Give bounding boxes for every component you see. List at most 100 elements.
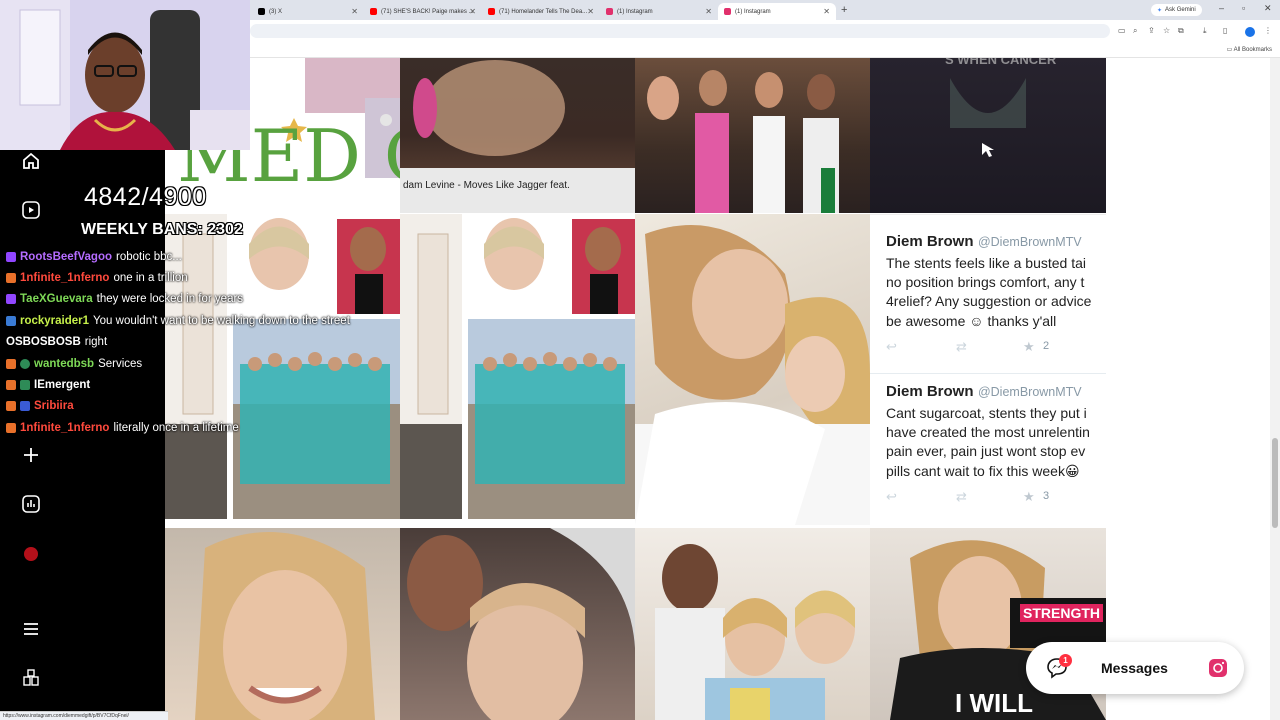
shirt-strength-text: STRENGTH <box>1020 604 1103 622</box>
extensions-icon[interactable]: ⧉ <box>1178 26 1184 36</box>
chat-username: Sribiira <box>34 400 74 413</box>
cast-icon[interactable]: ▭ <box>1118 26 1126 35</box>
downloads-icon[interactable]: ⤓ <box>1203 26 1207 36</box>
tweet-header: Diem Brown @DiemBrownMTV <box>886 233 1105 251</box>
stream-chat-overlay: RootsBeefVagoo robotic bbc... 1nfinite_1… <box>6 246 396 439</box>
youtube-favicon-icon <box>488 8 495 15</box>
tab-youtube-1[interactable]: (71) SHE'S BACK! Paige makes ... ✕ <box>364 3 482 20</box>
chat-message: RootsBeefVagoo robotic bbc... <box>6 246 396 267</box>
close-tab-icon[interactable]: ✕ <box>587 7 594 16</box>
chat-text: one in a trillion <box>113 272 188 285</box>
close-tab-icon[interactable]: ✕ <box>469 7 476 16</box>
omnibox[interactable] <box>250 24 1110 38</box>
messages-unread-count: 1 <box>1059 654 1072 667</box>
post-hospital-bed[interactable] <box>635 214 870 525</box>
all-bookmarks-button[interactable]: ▭ All Bookmarks <box>1227 46 1272 53</box>
reply-icon: ↩ <box>886 489 897 504</box>
tab-instagram-1[interactable]: (1) Instagram ✕ <box>600 3 718 20</box>
goal-counter: 4842/4900 <box>84 183 207 211</box>
home-icon[interactable] <box>20 150 42 172</box>
tab-instagram-active[interactable]: (1) Instagram ✕ <box>718 3 836 20</box>
link-status-url: https://www.instagram.com/diemmedgift/p/… <box>0 711 168 720</box>
tweet-actions: ↩ ⇄ ★ 3 <box>886 489 1105 509</box>
chat-message: OSBOSBOSB right <box>6 332 396 353</box>
minimize-icon[interactable]: – <box>1219 3 1224 13</box>
menu-kebab-icon[interactable]: ⋮ <box>1264 26 1272 35</box>
messages-label: Messages <box>1101 660 1168 676</box>
chat-message: wantedbsb Services <box>6 353 396 374</box>
chat-username: rockyraider1 <box>20 314 90 327</box>
chat-username: IEmergent <box>34 379 91 392</box>
profile-avatar[interactable] <box>1245 27 1255 37</box>
create-plus-icon[interactable] <box>20 444 42 466</box>
reply-icon: ↩ <box>886 339 897 354</box>
chat-badge-icon <box>20 380 30 391</box>
favorite-count: 2 <box>1043 340 1050 352</box>
chat-text: they were locked in for years <box>96 293 244 306</box>
restore-icon[interactable]: ▫ <box>1242 3 1245 13</box>
tab-title: (3) X <box>269 8 283 15</box>
tweet-author-name: Diem Brown <box>886 383 974 400</box>
tab-x[interactable]: (3) X ✕ <box>252 3 364 20</box>
sidepanel-icon[interactable]: ▯ <box>1223 26 1227 35</box>
chat-badge-icon <box>6 380 16 391</box>
zoom-icon[interactable]: ⌕ <box>1133 26 1137 36</box>
close-tab-icon[interactable]: ✕ <box>705 7 712 16</box>
share-icon[interactable]: ⇪ <box>1148 26 1155 35</box>
messages-button[interactable]: 1 Messages <box>1026 642 1244 694</box>
reels-icon[interactable] <box>20 199 42 221</box>
collage-photo <box>400 214 635 525</box>
also-from-meta-icon[interactable] <box>20 667 42 689</box>
folder-icon: ▭ <box>1226 47 1233 53</box>
song-caption-fragment: dam Levine - Moves Like Jagger feat. <box>403 180 570 191</box>
post-selfie[interactable] <box>165 528 400 720</box>
dark-shirt-photo <box>950 78 1026 157</box>
chat-text: You wouldn't want to be walking down to … <box>93 314 350 327</box>
post-collage-2[interactable] <box>400 214 635 525</box>
x-favicon-icon <box>258 8 265 15</box>
chat-message: rockyraider1 You wouldn't want to be wal… <box>6 310 396 331</box>
bookmark-star-icon[interactable]: ☆ <box>1163 26 1170 35</box>
youtube-favicon-icon <box>370 8 377 15</box>
retweet-icon: ⇄ <box>956 489 967 504</box>
post-tweet-screenshot[interactable]: Diem Brown @DiemBrownMTV The stents feel… <box>870 214 1106 525</box>
hospital-selfie-photo <box>407 528 635 720</box>
chat-text: literally once in a lifetime <box>113 421 239 434</box>
chat-message: 1nfinite_1nferno one in a trillion <box>6 267 396 288</box>
post-hospital-visit[interactable] <box>635 528 870 720</box>
page-scrollbar[interactable] <box>1270 58 1280 720</box>
more-menu-icon[interactable] <box>20 618 42 640</box>
dashboard-icon[interactable] <box>20 493 42 515</box>
instagram-favicon-icon <box>606 8 613 15</box>
post-dark-shirt[interactable]: S WHEN CANCER <box>870 58 1106 213</box>
chat-text: right <box>84 336 108 349</box>
tab-title: (71) Homelander Tells The Dea... <box>499 8 588 15</box>
favorite-star-icon: ★ <box>1023 339 1035 354</box>
close-tab-icon[interactable]: ✕ <box>351 7 358 16</box>
chat-message: 1nfinite_1nferno literally once in a lif… <box>6 417 396 438</box>
chat-username: RootsBeefVagoo <box>20 250 113 263</box>
close-tab-icon[interactable]: ✕ <box>823 7 830 16</box>
shirt-ghost-text: S WHEN CANCER <box>945 58 1057 67</box>
tweet-2: Diem Brown @DiemBrownMTV Cant sugarcoat,… <box>870 383 1105 509</box>
tweet-author-name: Diem Brown <box>886 233 974 250</box>
profile-avatar-icon[interactable] <box>20 543 42 565</box>
chat-username: 1nfinite_1nferno <box>20 421 110 434</box>
chat-message: TaeXGuevara they were locked in for year… <box>6 289 396 310</box>
tweet-author-handle: @DiemBrownMTV <box>977 235 1082 249</box>
post-hospital-selfie[interactable] <box>400 528 635 720</box>
hospital-visit-photo <box>655 544 855 720</box>
chat-badge-icon <box>6 422 16 433</box>
all-bookmarks-label: All Bookmarks <box>1233 47 1272 53</box>
post-blurry-face[interactable]: dam Levine - Moves Like Jagger feat. <box>400 58 635 213</box>
ask-gemini-button[interactable]: ✦ Ask Gemini <box>1151 4 1202 16</box>
tweet-1: Diem Brown @DiemBrownMTV The stents feel… <box>870 233 1105 359</box>
post-group-photo[interactable] <box>635 58 870 213</box>
chat-username: wantedbsb <box>34 357 95 370</box>
tab-youtube-2[interactable]: (71) Homelander Tells The Dea... ✕ <box>482 3 600 20</box>
scrollbar-thumb[interactable] <box>1272 438 1278 528</box>
tweet-body-line: Cant sugarcoat, stents they put i <box>886 405 1087 421</box>
close-window-icon[interactable]: ✕ <box>1264 3 1272 14</box>
tweet-body-line: no position brings comfort, any t <box>886 274 1085 290</box>
new-tab-button[interactable]: + <box>841 4 847 16</box>
